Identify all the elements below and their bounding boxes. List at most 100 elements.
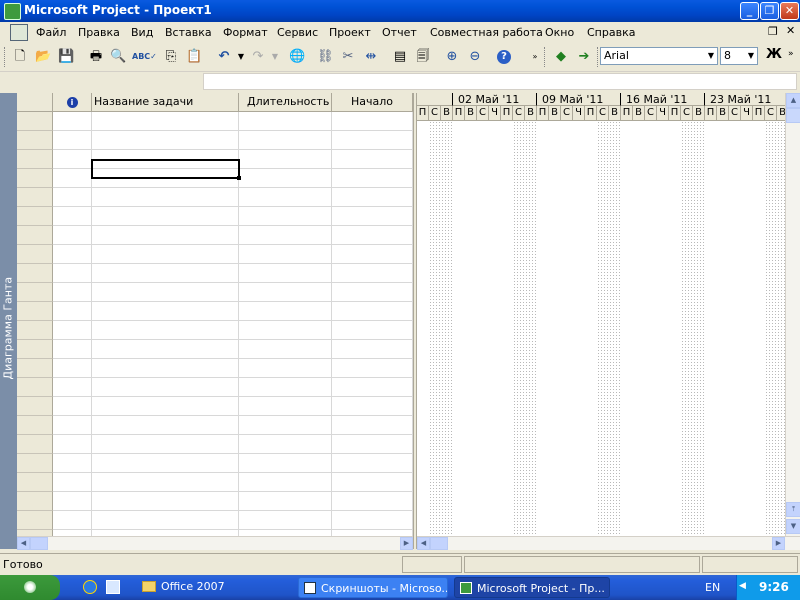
table-cell[interactable] xyxy=(53,283,92,302)
duration-column-header[interactable]: Длительность xyxy=(239,93,332,112)
table-cell[interactable] xyxy=(332,397,413,416)
table-cell[interactable] xyxy=(239,112,332,131)
table-cell[interactable] xyxy=(239,245,332,264)
table-cell[interactable] xyxy=(332,492,413,511)
table-cell[interactable] xyxy=(332,264,413,283)
print-icon[interactable]: 🖶 xyxy=(88,49,104,65)
scroll-left-button[interactable]: ◀ xyxy=(17,537,30,550)
table-cell[interactable] xyxy=(92,416,239,435)
scroll-right-button[interactable]: ▶ xyxy=(400,537,413,550)
close-doc-icon[interactable]: ✕ xyxy=(786,24,795,37)
table-cell[interactable] xyxy=(53,492,92,511)
quick-launch-office[interactable]: Office 2007 xyxy=(161,580,225,593)
row-header[interactable] xyxy=(17,378,53,397)
font-name-select[interactable]: Arial ▼ xyxy=(600,47,718,65)
table-cell[interactable] xyxy=(53,264,92,283)
project-app-icon[interactable] xyxy=(4,3,21,20)
table-cell[interactable] xyxy=(239,416,332,435)
row-header[interactable] xyxy=(17,321,53,340)
entry-field[interactable] xyxy=(203,73,797,90)
menu-edit[interactable]: Правка xyxy=(78,26,120,39)
menu-file[interactable]: Файл xyxy=(36,26,66,39)
row-header[interactable] xyxy=(17,492,53,511)
row-header[interactable] xyxy=(17,359,53,378)
table-cell[interactable] xyxy=(92,340,239,359)
row-header[interactable] xyxy=(17,207,53,226)
undo-dropdown-icon[interactable]: ▼ xyxy=(233,49,249,65)
copy-icon[interactable]: ⎘ xyxy=(163,49,179,65)
save-icon[interactable]: 💾 xyxy=(58,49,74,65)
table-cell[interactable] xyxy=(332,283,413,302)
table-cell[interactable] xyxy=(92,511,239,530)
table-cell[interactable] xyxy=(92,473,239,492)
table-cell[interactable] xyxy=(53,397,92,416)
select-all-corner[interactable] xyxy=(17,93,53,112)
new-icon[interactable]: 🗋 xyxy=(12,49,28,65)
menu-report[interactable]: Отчет xyxy=(382,26,417,39)
chevron-down-icon[interactable]: ▼ xyxy=(708,48,714,64)
table-cell[interactable] xyxy=(53,435,92,454)
table-cell[interactable] xyxy=(332,416,413,435)
open-folder-icon[interactable]: 📂 xyxy=(35,49,51,65)
undo-icon[interactable]: ↶ xyxy=(216,49,232,65)
table-cell[interactable] xyxy=(92,397,239,416)
table-cell[interactable] xyxy=(92,378,239,397)
table-cell[interactable] xyxy=(239,188,332,207)
table-cell[interactable] xyxy=(92,245,239,264)
language-indicator[interactable]: EN xyxy=(705,581,720,594)
table-cell[interactable] xyxy=(239,435,332,454)
row-header[interactable] xyxy=(17,150,53,169)
scroll-left-button[interactable]: ◀ xyxy=(417,537,430,550)
table-cell[interactable] xyxy=(239,378,332,397)
table-cell[interactable] xyxy=(332,321,413,340)
table-cell[interactable] xyxy=(53,378,92,397)
table-cell[interactable] xyxy=(53,150,92,169)
selected-cell[interactable] xyxy=(91,159,241,180)
split-task-icon[interactable]: ⇹ xyxy=(363,49,379,65)
scroll-thumb[interactable] xyxy=(30,537,48,550)
table-cell[interactable] xyxy=(53,454,92,473)
table-cell[interactable] xyxy=(92,359,239,378)
table-cell[interactable] xyxy=(332,435,413,454)
indent-left-icon[interactable]: ◆ xyxy=(553,49,569,65)
table-cell[interactable] xyxy=(92,112,239,131)
table-cell[interactable] xyxy=(332,340,413,359)
table-cell[interactable] xyxy=(92,302,239,321)
toolbar-options-icon-2[interactable]: » xyxy=(788,49,794,59)
table-cell[interactable] xyxy=(239,454,332,473)
print-preview-icon[interactable]: 🔍 xyxy=(110,49,126,65)
clock[interactable]: 9:26 xyxy=(759,580,789,594)
table-cell[interactable] xyxy=(332,359,413,378)
table-cell[interactable] xyxy=(239,131,332,150)
unlink-tasks-icon[interactable]: ✂ xyxy=(340,49,356,65)
table-cell[interactable] xyxy=(92,283,239,302)
paste-icon[interactable]: 📋 xyxy=(186,49,202,65)
document-icon[interactable] xyxy=(10,24,28,41)
row-header[interactable] xyxy=(17,112,53,131)
table-cell[interactable] xyxy=(92,131,239,150)
row-header[interactable] xyxy=(17,416,53,435)
row-header[interactable] xyxy=(17,435,53,454)
scroll-top-button[interactable]: ⤒ xyxy=(786,502,800,517)
table-cell[interactable] xyxy=(239,321,332,340)
notes-icon[interactable]: 🗐 xyxy=(415,49,431,65)
internet-explorer-icon[interactable] xyxy=(83,580,97,594)
table-cell[interactable] xyxy=(332,454,413,473)
table-cell[interactable] xyxy=(332,112,413,131)
table-cell[interactable] xyxy=(239,283,332,302)
view-bar[interactable]: Диаграмма Ганта xyxy=(0,93,17,549)
scroll-thumb[interactable] xyxy=(786,108,800,123)
table-cell[interactable] xyxy=(239,207,332,226)
fill-handle[interactable] xyxy=(237,176,241,180)
table-cell[interactable] xyxy=(239,511,332,530)
help-icon[interactable]: ? xyxy=(497,50,511,64)
table-cell[interactable] xyxy=(53,511,92,530)
show-desktop-icon[interactable] xyxy=(106,580,120,594)
toolbar-options-icon[interactable]: » xyxy=(527,49,543,65)
link-tasks-icon[interactable]: ⛓ xyxy=(317,49,334,65)
start-column-header[interactable]: Начало xyxy=(332,93,413,112)
maximize-button[interactable]: ❐ xyxy=(760,2,779,20)
indicators-column-header[interactable]: i xyxy=(53,93,92,112)
table-cell[interactable] xyxy=(332,473,413,492)
row-header[interactable] xyxy=(17,245,53,264)
